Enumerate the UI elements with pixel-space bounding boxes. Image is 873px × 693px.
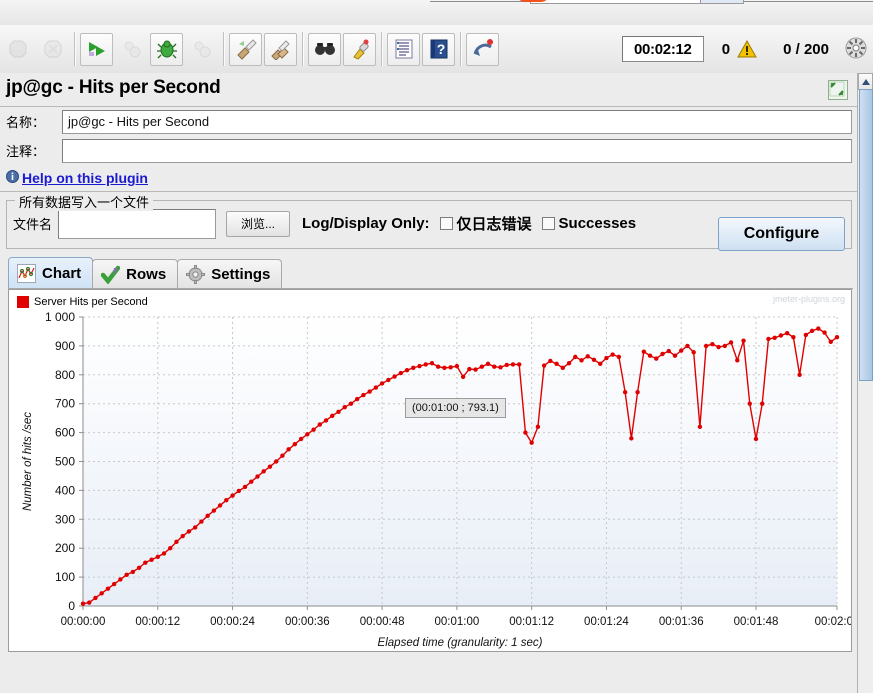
chart-tooltip: (00:01:00 ; 793.1) xyxy=(405,398,506,418)
elapsed-time-display: 00:02:12 xyxy=(621,36,704,62)
svg-text:900: 900 xyxy=(55,339,75,353)
configure-button[interactable]: Configure xyxy=(718,217,845,251)
tab-bar: Chart Rows Settings xyxy=(8,257,858,289)
main-toolbar: ? 00:02:12 0 0 / 200 xyxy=(0,25,873,74)
svg-text:400: 400 xyxy=(55,483,75,497)
svg-text:100: 100 xyxy=(55,570,75,584)
svg-text:00:01:48: 00:01:48 xyxy=(734,616,779,628)
plugin-form: 名称： jp@gc - Hits per Second 注释： Help on … xyxy=(0,107,858,192)
svg-text:600: 600 xyxy=(55,426,75,440)
remote-start-icon[interactable] xyxy=(185,33,218,66)
thread-count: 0 / 200 xyxy=(783,40,829,58)
gear-icon xyxy=(186,265,206,284)
sliver-text-field xyxy=(530,0,707,4)
vertical-scrollbar[interactable] xyxy=(857,73,873,693)
clear-all-icon[interactable] xyxy=(264,32,297,66)
log-display-only-label: Log/Display Only: xyxy=(302,215,430,232)
filename-row: 文件名 浏览... Log/Display Only: 仅日志错误 Succes… xyxy=(13,207,845,251)
toolbar-separator xyxy=(381,32,382,66)
help-plugin-link[interactable]: Help on this plugin xyxy=(22,170,148,186)
svg-text:00:01:00: 00:01:00 xyxy=(435,616,480,628)
svg-text:00:01:36: 00:01:36 xyxy=(659,616,704,628)
undo-icon[interactable] xyxy=(466,32,499,66)
sliver-button xyxy=(700,0,744,4)
check-icon xyxy=(101,265,121,284)
tab-chart-label: Chart xyxy=(42,265,82,282)
function-helper-icon[interactable] xyxy=(387,32,420,66)
bug-icon[interactable] xyxy=(150,32,183,66)
svg-text:00:00:24: 00:00:24 xyxy=(210,616,255,628)
stop-icon[interactable] xyxy=(1,33,34,66)
name-input[interactable]: jp@gc - Hits per Second xyxy=(62,109,852,134)
svg-text:00:02:01: 00:02:01 xyxy=(815,616,852,628)
help-icon[interactable]: ? xyxy=(422,32,455,66)
scrollbar-thumb[interactable] xyxy=(859,89,873,381)
panel-titlebar: jp@gc - Hits per Second xyxy=(0,73,858,107)
name-row: 名称： jp@gc - Hits per Second xyxy=(0,107,858,136)
page-title: jp@gc - Hits per Second xyxy=(6,77,221,98)
tab-settings-label: Settings xyxy=(211,266,271,283)
filename-label: 文件名 xyxy=(13,217,53,232)
svg-text:200: 200 xyxy=(55,541,75,555)
shutdown-icon[interactable] xyxy=(36,33,69,66)
svg-text:Number of hits /sec: Number of hits /sec xyxy=(22,412,34,511)
warning-triangle-icon[interactable] xyxy=(737,39,757,61)
toolbar-separator xyxy=(460,32,461,66)
successes-label: Successes xyxy=(558,215,637,232)
errors-only-checkbox[interactable] xyxy=(439,217,453,230)
svg-text:700: 700 xyxy=(55,397,75,411)
chart-icon xyxy=(17,264,36,283)
tab-rows-label: Rows xyxy=(126,266,167,283)
help-row: Help on this plugin xyxy=(0,165,858,192)
write-all-data-group: 所有数据写入一个文件 文件名 浏览... Log/Display Only: 仅… xyxy=(6,192,852,251)
name-label: 名称： xyxy=(6,115,46,130)
chart-panel: Server Hits per Second jmeter-plugins.or… xyxy=(8,289,852,652)
tab-rows[interactable]: Rows xyxy=(92,259,179,289)
svg-text:?: ? xyxy=(436,41,445,57)
toolbar-separator xyxy=(302,32,303,66)
toolbar-separator xyxy=(74,32,75,66)
errors-only-label: 仅日志错误 xyxy=(456,216,532,233)
plugin-content-panel: jp@gc - Hits per Second 名称： jp@gc - Hits… xyxy=(0,73,858,693)
svg-text:00:01:24: 00:01:24 xyxy=(584,616,629,628)
comment-input[interactable] xyxy=(62,138,852,163)
error-count: 0 xyxy=(721,40,731,58)
search-icon[interactable] xyxy=(308,32,341,66)
scroll-up-arrow[interactable] xyxy=(858,73,873,90)
svg-text:800: 800 xyxy=(55,368,75,382)
svg-text:Elapsed time (granularity: 1 s: Elapsed time (granularity: 1 sec) xyxy=(378,637,543,649)
info-icon xyxy=(6,170,19,186)
svg-text:1 000: 1 000 xyxy=(45,310,75,324)
start-no-timers-icon[interactable] xyxy=(115,33,148,66)
tab-chart[interactable]: Chart xyxy=(8,257,94,289)
filename-input[interactable] xyxy=(58,208,217,239)
group-title: 所有数据写入一个文件 xyxy=(15,192,154,211)
svg-text:500: 500 xyxy=(55,455,75,469)
toolbar-separator xyxy=(223,32,224,66)
chart-plot[interactable]: 0 100 200 300 400 500 600 700 800 900 1 000 00:00:0… xyxy=(9,290,852,649)
comment-label: 注释： xyxy=(6,144,46,159)
svg-text:00:01:12: 00:01:12 xyxy=(509,616,554,628)
svg-text:00:00:00: 00:00:00 xyxy=(61,616,106,628)
resize-icon[interactable] xyxy=(845,37,867,62)
svg-text:00:00:12: 00:00:12 xyxy=(135,616,180,628)
browse-button[interactable]: 浏览... xyxy=(226,210,291,237)
svg-text:00:00:36: 00:00:36 xyxy=(285,616,330,628)
svg-text:0: 0 xyxy=(68,599,75,613)
start-icon[interactable] xyxy=(80,32,113,66)
background-window-sliver xyxy=(0,0,873,26)
svg-text:300: 300 xyxy=(55,512,75,526)
successes-checkbox[interactable] xyxy=(541,217,555,230)
svg-text:00:00:48: 00:00:48 xyxy=(360,616,405,628)
search-reset-icon[interactable] xyxy=(343,32,376,66)
comment-row: 注释： xyxy=(0,136,858,165)
clear-icon[interactable] xyxy=(229,32,262,66)
jmeter-window: ? 00:02:12 0 0 / 200 jp@gc - Hits per Se… xyxy=(0,0,873,693)
tab-settings[interactable]: Settings xyxy=(177,259,283,289)
restore-icon[interactable] xyxy=(828,80,848,100)
